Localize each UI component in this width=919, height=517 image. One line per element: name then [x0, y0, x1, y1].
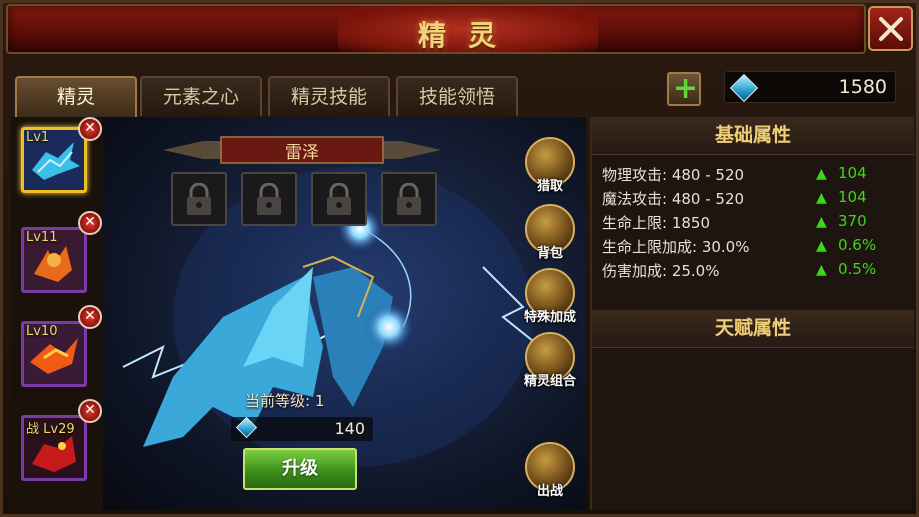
crystal-icon — [729, 73, 759, 103]
sprite-name: 雷泽 — [285, 143, 319, 163]
lock-icon — [257, 183, 281, 215]
upgrade-cost: 140 — [231, 416, 373, 441]
locked-slot[interactable] — [381, 172, 437, 226]
sprite-level: 战 Lv29 — [26, 422, 75, 437]
deploy-label: 出战 — [536, 484, 563, 499]
sprite-slot[interactable]: Lv1 — [21, 127, 87, 193]
attribute-name: 物理攻击: 480 - 520 — [602, 166, 745, 184]
attribute-increase: 370 — [838, 212, 867, 230]
sprite-combo-button[interactable]: 精灵组合 — [521, 332, 579, 394]
attribute-row: 魔法攻击: 480 - 520 ▲ 104 — [602, 188, 902, 210]
attribute-panel: 基础属性 物理攻击: 480 - 520 ▲ 104 魔法攻击: 480 - 5… — [590, 117, 914, 510]
upgrade-button[interactable]: 升级 — [243, 448, 357, 490]
locked-slot[interactable] — [241, 172, 297, 226]
close-button[interactable] — [868, 6, 913, 51]
close-icon — [879, 17, 903, 41]
attribute-name: 魔法攻击: 480 - 520 — [602, 190, 745, 208]
lock-icon — [327, 183, 351, 215]
tab-skill-comprehension[interactable]: 技能领悟 — [396, 76, 518, 116]
hunt-button[interactable]: 猎取 — [521, 137, 579, 199]
deploy-button[interactable]: 出战 — [521, 442, 579, 504]
basic-attributes-header: 基础属性 — [592, 117, 914, 155]
attribute-increase: 104 — [838, 188, 867, 206]
sprite-slot[interactable]: 战 Lv29 — [21, 415, 87, 481]
attribute-name: 生命上限加成: 30.0% — [602, 238, 750, 256]
sprite-stage: 雷泽 猎取 背包 特殊加成 精灵组合 出战 当前等级: 1 140 升级 — [103, 117, 586, 510]
hunt-label: 猎取 — [536, 179, 563, 194]
up-arrow-icon: ▲ — [816, 190, 827, 206]
special-bonus-label: 特殊加成 — [523, 310, 576, 325]
add-currency-button[interactable]: + — [667, 71, 701, 106]
currency-display: 1580 — [724, 71, 896, 103]
tab-sprite-skill[interactable]: 精灵技能 — [268, 76, 390, 116]
current-level: 当前等级: 1 — [245, 392, 325, 410]
special-bonus-button[interactable]: 特殊加成 — [521, 268, 579, 330]
attribute-name: 生命上限: 1850 — [602, 214, 710, 232]
tab-element-heart[interactable]: 元素之心 — [140, 76, 262, 116]
sprite-level: Lv10 — [26, 324, 58, 339]
attribute-increase: 104 — [838, 164, 867, 182]
remove-sprite-button[interactable]: ✕ — [78, 211, 102, 235]
title-bar: 精灵 — [6, 4, 866, 54]
attribute-row: 伤害加成: 25.0% ▲ 0.5% — [602, 260, 902, 282]
bag-button[interactable]: 背包 — [521, 204, 579, 266]
remove-sprite-button[interactable]: ✕ — [78, 305, 102, 329]
attribute-row: 物理攻击: 480 - 520 ▲ 104 — [602, 164, 902, 186]
sprite-level: Lv1 — [26, 130, 50, 145]
attribute-name: 伤害加成: 25.0% — [602, 262, 720, 280]
bag-label: 背包 — [536, 246, 563, 261]
up-arrow-icon: ▲ — [816, 238, 827, 254]
sprite-slot[interactable]: Lv10 — [21, 321, 87, 387]
sprite-level: Lv11 — [26, 230, 58, 245]
remove-sprite-button[interactable]: ✕ — [78, 117, 102, 141]
sprite-combo-label: 精灵组合 — [523, 374, 576, 389]
up-arrow-icon: ▲ — [816, 214, 827, 230]
talent-attributes-header: 天赋属性 — [592, 310, 914, 348]
sprite-slot[interactable]: Lv11 — [21, 227, 87, 293]
currency-amount: 1580 — [838, 76, 887, 98]
remove-sprite-button[interactable]: ✕ — [78, 399, 102, 423]
upgrade-cost-value: 140 — [334, 419, 365, 438]
up-arrow-icon: ▲ — [816, 166, 827, 182]
locked-slot[interactable] — [171, 172, 227, 226]
window-title: 精灵 — [417, 19, 518, 52]
attribute-increase: 0.6% — [838, 236, 877, 254]
locked-slot[interactable] — [311, 172, 367, 226]
lock-icon — [397, 183, 421, 215]
tab-sprite[interactable]: 精灵 — [15, 76, 137, 118]
attribute-row: 生命上限加成: 30.0% ▲ 0.6% — [602, 236, 902, 258]
attribute-row: 生命上限: 1850 ▲ 370 — [602, 212, 902, 234]
lock-icon — [187, 183, 211, 215]
crystal-icon — [235, 416, 258, 439]
sprite-name-banner: 雷泽 — [163, 135, 441, 165]
plus-icon: + — [673, 71, 699, 106]
attribute-increase: 0.5% — [838, 260, 877, 278]
up-arrow-icon: ▲ — [816, 262, 827, 278]
